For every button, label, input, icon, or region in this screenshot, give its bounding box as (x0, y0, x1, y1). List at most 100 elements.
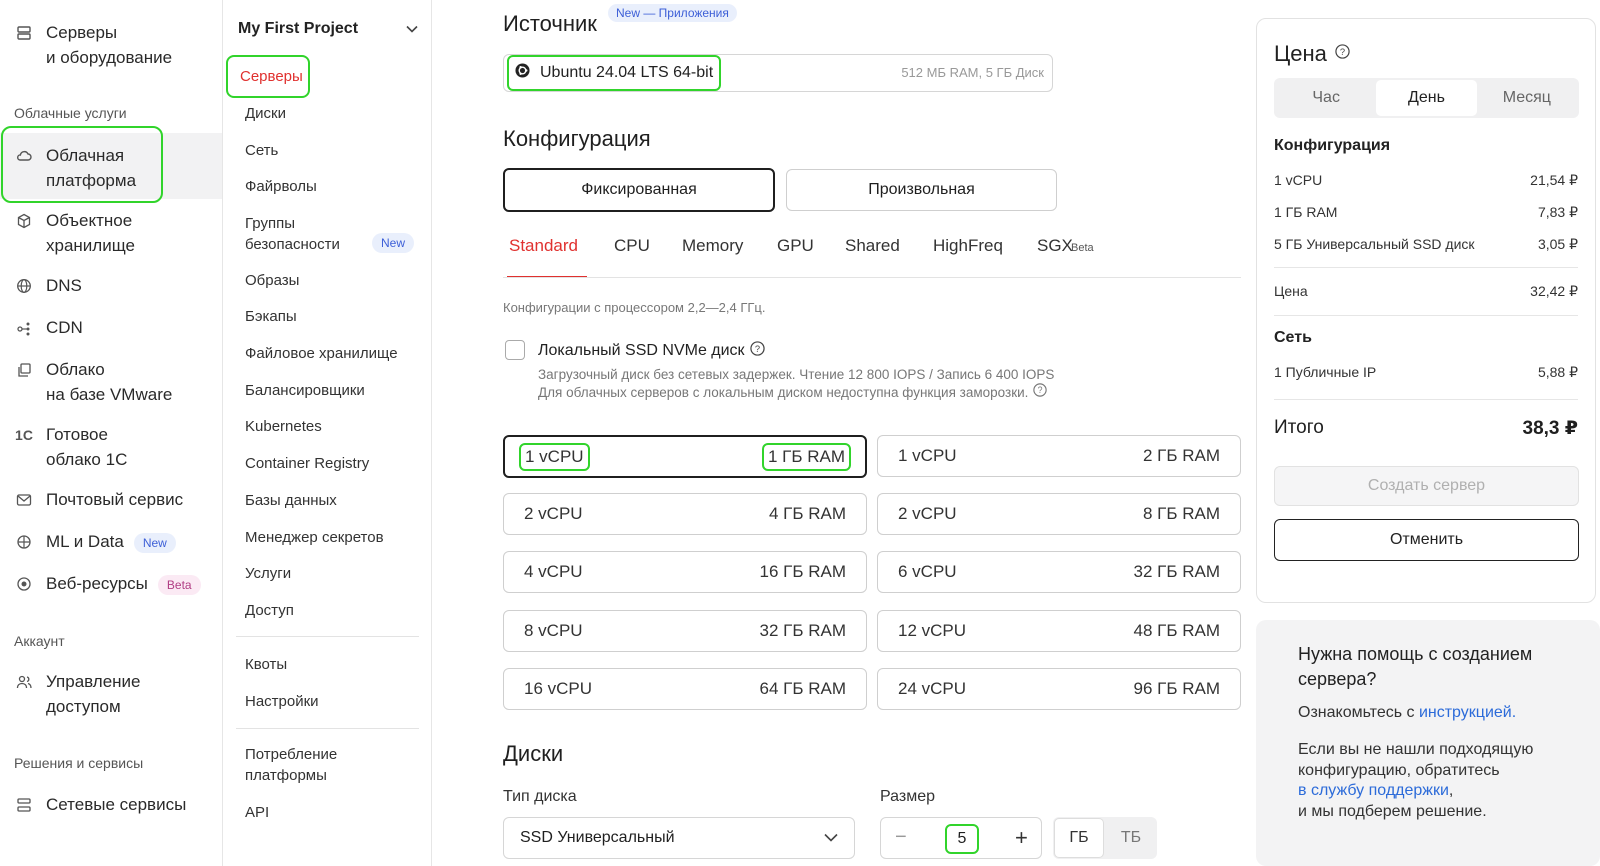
preset-ram: 2 ГБ RAM (1142, 446, 1220, 465)
tab-memory[interactable]: Memory (682, 236, 743, 256)
preset-ram: 96 ГБ RAM (1133, 679, 1221, 698)
price-line-name: 1 vCPU (1274, 172, 1323, 188)
project-selector[interactable]: My First Project (238, 18, 418, 40)
instruction-link[interactable]: инструкцией. (1419, 704, 1516, 721)
nav-item-label: Управление доступом (46, 672, 141, 716)
nav-item-object-storage[interactable]: Объектное хранилище (14, 208, 135, 258)
preset-card[interactable]: 24 vCPU 96 ГБ RAM (877, 668, 1241, 710)
subnav-item-access[interactable]: Доступ (245, 600, 294, 621)
web-icon (14, 573, 34, 595)
apps-badge[interactable]: New — Приложения (608, 4, 737, 22)
minus-icon[interactable]: − (895, 826, 907, 849)
tab-cpu[interactable]: CPU (614, 236, 650, 256)
nav-item-access[interactable]: Управление доступом (14, 669, 141, 719)
disk-size-input[interactable]: 5 (945, 824, 979, 854)
os-select[interactable]: Ubuntu 24.04 LTS 64-bit 512 МБ RAM, 5 ГБ… (503, 54, 1053, 92)
preset-card-selected[interactable]: 1 vCPU 1 ГБ RAM (503, 435, 867, 478)
subnav-item-settings[interactable]: Настройки (245, 691, 319, 712)
period-day[interactable]: День (1376, 80, 1477, 116)
help-text: , (1448, 782, 1454, 799)
nav-item-servers[interactable]: Серверы и оборудование (14, 20, 172, 70)
tab-shared[interactable]: Shared (845, 236, 900, 256)
nav-section-solutions: Решения и сервисы (14, 755, 144, 771)
nav-item-mail[interactable]: Почтовый сервис (14, 487, 183, 512)
subnav-item-container-registry[interactable]: Container Registry (245, 453, 369, 474)
support-link[interactable]: в службу поддержки (1298, 782, 1449, 799)
preset-card[interactable]: 16 vCPU 64 ГБ RAM (503, 668, 867, 710)
tab-gpu[interactable]: GPU (777, 236, 814, 256)
divider (1274, 315, 1578, 316)
nav-item-label: Готовое облако 1С (46, 425, 128, 469)
subnav-item-backups[interactable]: Бэкапы (245, 306, 297, 327)
project-name: My First Project (238, 20, 359, 37)
preset-cpu: 8 vCPU (524, 621, 583, 640)
subnav-item-services[interactable]: Услуги (245, 563, 291, 584)
preset-card[interactable]: 2 vCPU 4 ГБ RAM (503, 493, 867, 535)
subnav-item-consumption[interactable]: Потребление платформы (245, 744, 337, 786)
disk-size-label: Размер (880, 788, 935, 805)
nvme-desc-line2-row: Для облачных серверов с локальным диском… (538, 383, 1054, 401)
subnav-item-balancers[interactable]: Балансировщики (245, 380, 365, 401)
nvme-checkbox[interactable] (505, 340, 525, 360)
price-panel: Цена ? Час День Месяц Конфигурация 1 vCP… (1256, 18, 1596, 603)
disk-type-value: SSD Универсальный (520, 829, 675, 846)
period-month[interactable]: Месяц (1477, 80, 1577, 116)
help-line3: в службу поддержки, (1298, 781, 1580, 802)
preset-card[interactable]: 4 vCPU 16 ГБ RAM (503, 551, 867, 593)
mode-fixed-button[interactable]: Фиксированная (503, 168, 775, 212)
help-text: Ознакомьтесь с (1298, 704, 1419, 721)
nav-item-cdn[interactable]: CDN (14, 315, 83, 340)
disk-type-select[interactable]: SSD Универсальный (503, 817, 855, 859)
preset-card[interactable]: 12 vCPU 48 ГБ RAM (877, 610, 1241, 652)
nav-item-label: Серверы и оборудование (46, 23, 173, 67)
preset-card[interactable]: 6 vCPU 32 ГБ RAM (877, 551, 1241, 593)
subnav-item-network[interactable]: Сеть (245, 140, 278, 161)
nav-item-web[interactable]: Веб-ресурсы Beta (14, 571, 201, 596)
nav-item-dns[interactable]: DNS (14, 273, 82, 298)
subnav-item-kubernetes[interactable]: Kubernetes (245, 416, 322, 437)
preset-card[interactable]: 1 vCPU 2 ГБ RAM (877, 435, 1241, 477)
help-title: Нужна помощь с созданием сервера? (1298, 644, 1533, 689)
nav-item-label: DNS (46, 276, 82, 295)
unit-gb[interactable]: ГБ (1054, 818, 1104, 858)
tab-highfreq[interactable]: HighFreq (933, 236, 1003, 256)
mode-custom-button[interactable]: Произвольная (786, 169, 1057, 211)
beta-badge: Beta (157, 575, 201, 595)
cdn-icon (14, 317, 34, 339)
subnav-item-databases[interactable]: Базы данных (245, 490, 337, 511)
nav-item-vmware[interactable]: Облако на базе VMware (14, 357, 172, 407)
price-line-value: 7,83 ₽ (1537, 204, 1578, 220)
nav-item-label: Облачная платформа (46, 146, 137, 190)
subnav-item-disks[interactable]: Диски (245, 103, 286, 124)
chevron-down-icon (824, 829, 838, 847)
subnav-item-firewalls[interactable]: Файрволы (245, 176, 317, 197)
subnav-item-quotas[interactable]: Квоты (245, 654, 287, 675)
create-server-button[interactable]: Создать сервер (1274, 466, 1579, 506)
subnav-item-images[interactable]: Образы (245, 270, 299, 291)
subnav-item-secrets[interactable]: Менеджер секретов (245, 527, 384, 548)
nav-item-label: Облако на базе VMware (46, 360, 173, 404)
nav-item-network-services[interactable]: Сетевые сервисы (14, 792, 186, 817)
subnav-item-file-storage[interactable]: Файловое хранилище (245, 343, 398, 364)
plus-icon[interactable]: + (1015, 825, 1028, 851)
tab-sgx[interactable]: SGX (1037, 236, 1073, 256)
subnav-item-api[interactable]: API (245, 802, 269, 823)
unit-tb[interactable]: ТБ (1105, 817, 1157, 859)
nav-item-ml[interactable]: ML и Data New (14, 529, 176, 554)
help-icon[interactable]: ? (1335, 44, 1350, 64)
period-hour[interactable]: Час (1276, 80, 1376, 116)
nav-item-cloud-platform[interactable]: Облачная платформа (14, 143, 136, 193)
tab-standard[interactable]: Standard (509, 236, 578, 256)
subnav-item-security-groups[interactable]: Группы безопасности (245, 213, 340, 255)
subnav-item-servers[interactable]: Серверы (240, 66, 303, 87)
help-icon[interactable]: ? (749, 341, 765, 361)
preset-card[interactable]: 8 vCPU 32 ГБ RAM (503, 610, 867, 652)
total-label: Итого (1274, 417, 1324, 438)
help-icon[interactable]: ? (1033, 383, 1048, 401)
preset-ram: 16 ГБ RAM (759, 562, 847, 581)
preset-ram: 48 ГБ RAM (1133, 621, 1221, 640)
preset-cpu: 6 vCPU (898, 562, 957, 581)
preset-card[interactable]: 2 vCPU 8 ГБ RAM (877, 493, 1241, 535)
nav-item-1c[interactable]: 1С Готовое облако 1С (14, 422, 127, 472)
cancel-button[interactable]: Отменить (1274, 519, 1579, 561)
